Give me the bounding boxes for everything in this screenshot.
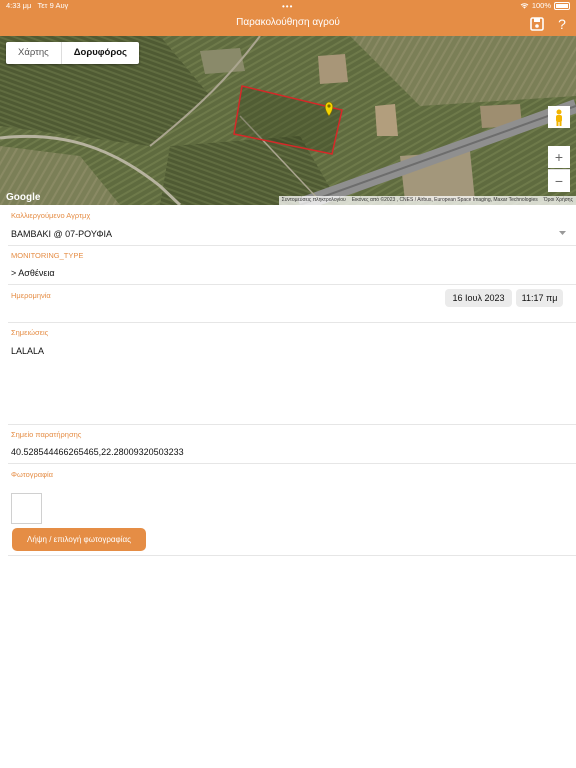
wifi-icon <box>520 3 529 9</box>
divider <box>8 555 576 556</box>
keyboard-shortcuts-link[interactable]: Συντομεύσεις πληκτρολογίου <box>282 196 346 205</box>
crop-label: Καλλιεργούμενο Αγρτμχ <box>11 211 91 220</box>
app-header: 4:33 μμ Τετ 9 Αυγ ••• 100% Παρακολούθηση… <box>0 0 576 36</box>
svg-text:?: ? <box>558 16 566 32</box>
street-view-pegman-icon[interactable] <box>548 106 570 128</box>
multitask-dots-icon[interactable]: ••• <box>282 2 293 11</box>
imagery-credit: Εικόνες από ©2023 , CNES / Airbus, Europ… <box>351 197 538 203</box>
page-title: Παρακολούθηση αγρού <box>236 17 340 28</box>
status-date: Τετ 9 Αυγ <box>37 1 69 10</box>
notes-label: Σημειώσεις <box>11 328 49 337</box>
date-picker[interactable]: 16 Ιουλ 2023 <box>445 289 512 307</box>
tab-satellite[interactable]: Δορυφόρος <box>60 42 139 64</box>
monitoring-type-value[interactable]: > Ασθένεια <box>11 268 55 278</box>
photo-label: Φωτογραφία <box>11 470 53 479</box>
satellite-map[interactable]: Χάρτης Δορυφόρος + − Google Συντομεύσεις… <box>0 36 576 205</box>
battery-icon <box>554 1 570 10</box>
take-photo-button[interactable]: Λήψη / επιλογή φωτογραφίας <box>12 528 146 551</box>
time-picker[interactable]: 11:17 πμ <box>516 289 563 307</box>
monitoring-type-label: MONITORING_TYPE <box>11 251 84 260</box>
divider <box>8 284 576 285</box>
zoom-out-button[interactable]: − <box>548 169 570 192</box>
date-label: Ημερομηνία <box>11 291 51 300</box>
map-attribution: Συντομεύσεις πληκτρολογίου Εικόνες από ©… <box>278 196 576 205</box>
status-time: 4:33 μμ <box>6 1 32 10</box>
observation-point-value[interactable]: 40.528544466265465,22.28009320503233 <box>11 447 184 457</box>
divider <box>8 424 576 425</box>
status-bar-left: 4:33 μμ Τετ 9 Αυγ <box>6 1 68 10</box>
photo-thumbnail[interactable] <box>11 493 42 524</box>
notes-textarea[interactable]: LALALA <box>11 346 44 356</box>
chevron-down-icon[interactable] <box>559 231 566 236</box>
question-icon[interactable]: ? <box>554 16 570 32</box>
battery-percent: 100% <box>531 1 551 10</box>
tab-map[interactable]: Χάρτης <box>6 42 61 64</box>
map-type-toggle[interactable]: Χάρτης Δορυφόρος <box>6 42 139 64</box>
terms-link[interactable]: Όροι Χρήσης <box>544 196 573 205</box>
zoom-in-button[interactable]: + <box>548 146 570 168</box>
save-icon[interactable] <box>529 16 545 32</box>
divider <box>8 463 576 464</box>
observation-point-label: Σημείο παρατήρησης <box>11 430 82 439</box>
crop-select[interactable]: ΒΑΜΒΑΚΙ @ 07-ΡΟΥΦΙΑ <box>11 229 112 239</box>
google-logo: Google <box>6 192 41 203</box>
divider <box>8 245 576 246</box>
divider <box>8 322 576 323</box>
status-bar-right: 100% <box>520 1 570 10</box>
